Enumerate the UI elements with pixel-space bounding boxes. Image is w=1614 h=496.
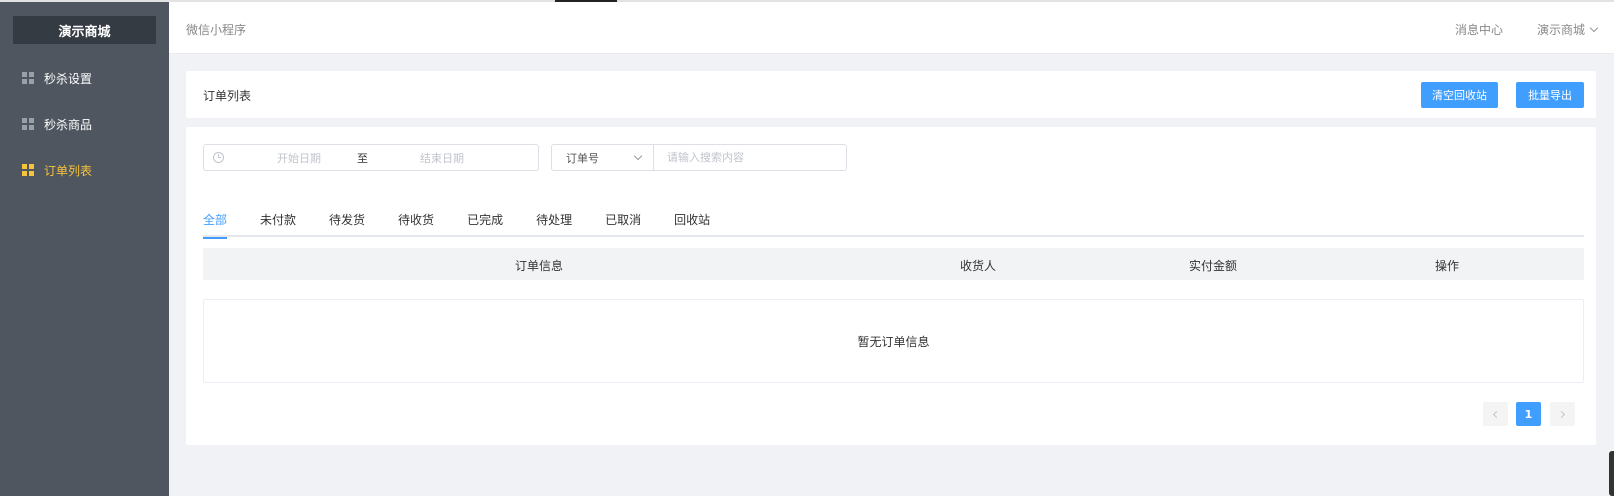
grid-icon [22,118,34,130]
search-input[interactable] [654,145,846,170]
top-header: 微信小程序 消息中心 演示商城 [169,2,1614,54]
grid-icon [22,72,34,84]
batch-export-button[interactable]: 批量导出 [1516,82,1584,108]
order-list-card: 开始日期 至 结束日期 订单号 全部 未付款 待发货 待收货 已完成 待处理 已… [186,127,1596,445]
brand-logo: 演示商城 [13,16,156,44]
table-header: 订单信息 收货人 实付金额 操作 [203,248,1584,280]
sidebar: 演示商城 秒杀设置 秒杀商品 订单列表 [0,2,169,496]
chevron-left-icon [1492,410,1501,418]
end-date-input[interactable]: 结束日期 [397,150,487,166]
chevron-down-icon [1589,23,1599,32]
tab-pending[interactable]: 待处理 [536,207,572,237]
empty-message: 暂无订单信息 [857,334,930,349]
prev-page-button[interactable] [1483,402,1508,426]
tab-cancelled[interactable]: 已取消 [605,207,641,237]
column-order-info: 订单信息 [515,259,564,273]
column-receiver: 收货人 [960,259,997,273]
chevron-down-icon [633,151,643,161]
sidebar-item-label: 订单列表 [44,163,93,178]
message-center-link[interactable]: 消息中心 [1455,21,1503,38]
mini-program-link[interactable]: 微信小程序 [186,21,246,38]
search-field-value: 订单号 [566,151,599,165]
tab-to-ship[interactable]: 待发货 [329,207,365,237]
side-handle[interactable] [1609,451,1614,496]
sidebar-item-order-list[interactable]: 订单列表 [0,150,169,190]
range-separator: 至 [357,151,368,165]
date-range-picker[interactable]: 开始日期 至 结束日期 [203,144,539,171]
sidebar-item-label: 秒杀设置 [44,71,93,86]
shop-dropdown[interactable]: 演示商城 [1537,21,1599,38]
grid-icon [22,164,34,176]
tab-all[interactable]: 全部 [203,207,228,239]
column-actions: 操作 [1435,259,1460,273]
tab-to-receive[interactable]: 待收货 [398,207,434,237]
clear-recycle-bin-button[interactable]: 清空回收站 [1421,82,1498,108]
tab-unpaid[interactable]: 未付款 [260,207,296,237]
title-card: 订单列表 清空回收站 批量导出 [186,71,1596,118]
sidebar-item-seckill-settings[interactable]: 秒杀设置 [0,58,169,98]
sidebar-item-seckill-goods[interactable]: 秒杀商品 [0,104,169,144]
order-status-tabs: 全部 未付款 待发货 待收货 已完成 待处理 已取消 回收站 [203,207,1584,239]
empty-state: 暂无订单信息 [203,299,1584,383]
start-date-input[interactable]: 开始日期 [254,150,344,166]
page-title: 订单列表 [203,89,252,103]
shop-name: 演示商城 [1537,23,1586,37]
search-group: 订单号 [551,144,847,171]
next-page-button[interactable] [1550,402,1575,426]
page-number[interactable]: 1 [1516,402,1541,426]
tab-completed[interactable]: 已完成 [467,207,503,237]
tab-recycle-bin[interactable]: 回收站 [674,207,710,237]
chevron-right-icon [1557,410,1566,418]
column-paid-amount: 实付金额 [1189,259,1238,273]
search-field-select[interactable]: 订单号 [552,145,654,170]
sidebar-item-label: 秒杀商品 [44,117,93,132]
clock-icon [213,152,224,163]
